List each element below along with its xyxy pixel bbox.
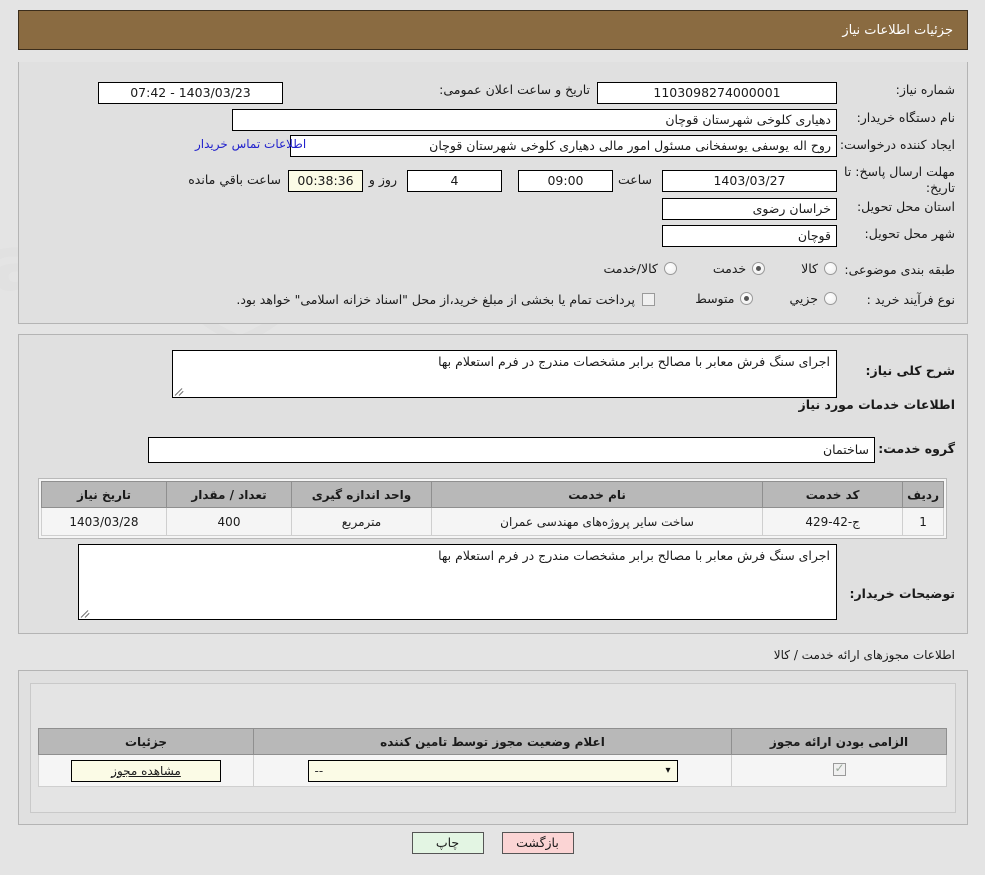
requester-value: روح اله یوسفی یوسفخانی مسئول امور مالی د… [290, 135, 837, 157]
license-status-value: -- [314, 763, 324, 778]
service-group-value: ساختمان [148, 437, 875, 463]
remaining-days-value: 4 [407, 170, 502, 192]
treasury-checkbox[interactable] [642, 293, 655, 306]
th-license-status: اعلام وضعیت مجوز توسط تامین کننده [253, 728, 732, 755]
field-deadline: مهلت ارسال پاسخ: تا تاریخ: [843, 164, 955, 195]
th-code: کد خدمت [762, 481, 904, 508]
radio-icon[interactable] [740, 292, 754, 305]
licenses-section-heading: اطلاعات مجوزهای ارائه خدمت / کالا [773, 648, 955, 662]
process-radio-group: جزیي متوسط [693, 291, 837, 306]
treasury-note-text: پرداخت تمام یا بخشی از مبلغ خرید،از محل … [236, 292, 635, 307]
city-value: قوچان [662, 225, 837, 247]
province-value: خراسان رضوی [662, 198, 837, 220]
table-row: 1 ج-42-429 ساخت سایر پروژه‌های مهندسی عم… [41, 507, 944, 536]
th-quantity: تعداد / مقدار [166, 481, 292, 508]
license-required-checkbox [832, 761, 846, 776]
radio-option-kala[interactable]: کالا [799, 261, 837, 276]
countdown-timer: 00:38:36 [288, 170, 363, 192]
cell-unit: مترمربع [291, 507, 432, 536]
th-license-required: الزامی بودن ارائه مجوز [731, 728, 947, 755]
radio-label: خدمت [712, 261, 747, 276]
announce-date-label: تاریخ و ساعت اعلان عمومی: [439, 82, 590, 97]
buyer-org-label: نام دستگاه خریدار: [856, 110, 955, 125]
treasury-note-row: پرداخت تمام یا بخشی از مبلغ خرید،از محل … [236, 292, 655, 307]
back-button[interactable]: بازگشت [501, 832, 574, 854]
deadline-label: مهلت ارسال پاسخ: تا تاریخ: [844, 164, 955, 195]
cell-license-status: ▾ -- [253, 754, 732, 787]
table-row: ▾ -- مشاهده مجوز [38, 754, 947, 787]
view-license-button[interactable]: مشاهده مجوز [71, 759, 221, 782]
radio-icon[interactable] [824, 262, 837, 275]
field-category: طبقه بندی موضوعی: [844, 262, 955, 277]
th-name: نام خدمت [430, 481, 764, 508]
cell-quantity: 400 [166, 507, 292, 536]
cell-index: 1 [902, 507, 944, 536]
deadline-date-value: 1403/03/27 [662, 170, 837, 192]
th-date: تاریخ نیاز [41, 481, 167, 508]
process-type-label: نوع فرآیند خرید : [866, 292, 955, 307]
radio-option-jozi[interactable]: جزیي [787, 291, 837, 306]
need-number-value: 1103098274000001 [597, 82, 837, 104]
radio-label: متوسط [695, 291, 735, 306]
field-announce-date: تاریخ و ساعت اعلان عمومی: [439, 82, 590, 97]
description-textarea[interactable]: اجرای سنگ فرش معابر با مصالح برابر مشخصا… [172, 350, 837, 398]
licenses-table-wrap: الزامی بودن ارائه مجوز اعلام وضعیت مجوز … [38, 728, 947, 787]
city-label: شهر محل تحویل: [864, 226, 955, 241]
description-textarea-wrap: اجرای سنگ فرش معابر با مصالح برابر مشخصا… [172, 350, 837, 398]
buyer-contact-link[interactable]: اطلاعات تماس خریدار [195, 137, 306, 151]
field-province: استان محل تحویل: [845, 199, 955, 214]
chevron-down-icon: ▾ [665, 765, 671, 776]
field-buyer-org: نام دستگاه خریدار: [845, 110, 955, 125]
cell-license-required [731, 754, 947, 787]
footer-actions: بازگشت چاپ [0, 832, 985, 854]
cell-license-details: مشاهده مجوز [38, 754, 254, 787]
page-title: جزئیات اطلاعات نیاز [842, 22, 953, 38]
radio-option-motevaset[interactable]: متوسط [693, 291, 754, 306]
remaining-hours-label: ساعت باقي مانده [188, 172, 281, 187]
deadline-time-label: ساعت [617, 172, 652, 187]
radio-label: کالا [801, 261, 818, 276]
requester-label: ایجاد کننده درخواست: [839, 137, 955, 152]
buyer-notes-textarea-wrap: اجرای سنگ فرش معابر با مصالح برابر مشخصا… [78, 544, 837, 620]
radio-label: کالا/خدمت [603, 261, 658, 276]
remaining-days-label: روز و [368, 172, 397, 187]
category-radio-group: کالا خدمت کالا/خدمت [601, 261, 837, 276]
radio-icon[interactable] [752, 262, 766, 275]
announce-date-value: 1403/03/23 - 07:42 [98, 82, 283, 104]
radio-option-khedmat[interactable]: خدمت [711, 261, 766, 276]
licenses-table: الزامی بودن ارائه مجوز اعلام وضعیت مجوز … [38, 728, 947, 787]
need-number-label: شماره نیاز: [895, 82, 955, 97]
radio-option-kala-khedmat[interactable]: کالا/خدمت [601, 261, 677, 276]
description-label: شرح کلی نیاز: [865, 363, 955, 378]
th-license-details: جزئیات [38, 728, 254, 755]
buyer-notes-label: توضیحات خریدار: [849, 586, 955, 601]
deadline-time-value: 09:00 [518, 170, 613, 192]
field-city: شهر محل تحویل: [845, 226, 955, 241]
license-status-select[interactable]: ▾ -- [307, 759, 678, 782]
th-unit: واحد اندازه گیری [291, 481, 432, 508]
cell-name: ساخت سایر پروژه‌های مهندسی عمران [430, 507, 764, 536]
buyer-notes-textarea[interactable]: اجرای سنگ فرش معابر با مصالح برابر مشخصا… [78, 544, 837, 620]
buyer-org-value: دهیاری کلوخی شهرستان قوچان [232, 109, 837, 131]
cell-date: 1403/03/28 [41, 507, 167, 536]
category-label: طبقه بندی موضوعی: [844, 262, 955, 277]
field-requester: ایجاد کننده درخواست: [839, 137, 955, 152]
service-group-label: گروه خدمت: [878, 441, 955, 456]
field-process-type: نوع فرآیند خرید : [845, 292, 955, 307]
window-title-bar: جزئیات اطلاعات نیاز [18, 10, 968, 50]
radio-icon[interactable] [663, 262, 677, 275]
table-header-row: الزامی بودن ارائه مجوز اعلام وضعیت مجوز … [38, 728, 947, 755]
table-header-row: ردیف کد خدمت نام خدمت واحد اندازه گیری ت… [41, 481, 944, 508]
radio-icon[interactable] [824, 292, 837, 305]
print-button[interactable]: چاپ [411, 832, 484, 854]
radio-label: جزیي [789, 291, 818, 306]
province-label: استان محل تحویل: [856, 199, 955, 214]
services-table-wrap: ردیف کد خدمت نام خدمت واحد اندازه گیری ت… [38, 478, 947, 539]
services-table: ردیف کد خدمت نام خدمت واحد اندازه گیری ت… [41, 481, 944, 536]
th-index: ردیف [902, 481, 944, 508]
field-need-number: شماره نیاز: [845, 82, 955, 97]
services-section-heading: اطلاعات خدمات مورد نیاز [798, 397, 956, 412]
cell-code: ج-42-429 [762, 507, 904, 536]
